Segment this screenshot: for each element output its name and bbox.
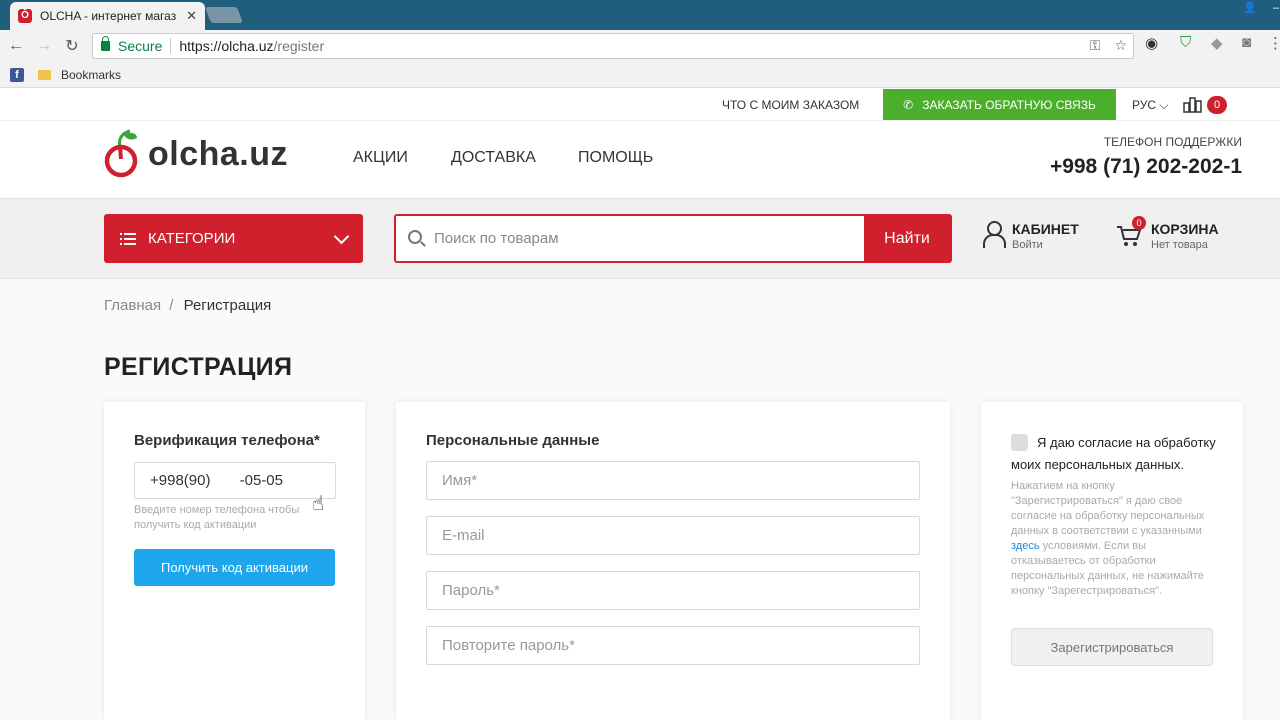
callback-label: ЗАКАЗАТЬ ОБРАТНУЮ СВЯЗЬ <box>922 97 1096 112</box>
language-select[interactable]: РУС ⌵ <box>1132 98 1168 113</box>
nav-link-delivery[interactable]: ДОСТАВКА <box>451 149 536 167</box>
list-icon <box>120 232 136 245</box>
folder-icon <box>38 69 51 80</box>
email-field[interactable] <box>426 516 920 555</box>
phone-field[interactable] <box>134 462 336 499</box>
page-title: РЕГИСТРАЦИЯ <box>104 353 293 381</box>
extension-new-icon[interactable]: ◉ <box>1145 34 1158 52</box>
cart-count-badge: 0 <box>1132 216 1146 230</box>
url-path: /register <box>273 38 325 54</box>
browser-tab[interactable]: Ǒ OLCHA - интернет магаз ✕ <box>10 2 205 30</box>
top-strip: ЧТО С МОИМ ЗАКАЗОМ ✆ ЗАКАЗАТЬ ОБРАТНУЮ С… <box>0 89 1280 121</box>
categories-label: КАТЕГОРИИ <box>148 230 236 247</box>
language-label: РУС <box>1132 98 1157 112</box>
new-tab-button[interactable] <box>205 7 243 23</box>
site-header: olcha.uz АКЦИИ ДОСТАВКА ПОМОЩЬ ТЕЛЕФОН П… <box>0 121 1280 199</box>
categories-button[interactable]: КАТЕГОРИИ <box>104 214 363 263</box>
search-row: КАТЕГОРИИ Найти КАБИНЕТ Войти 0 <box>0 199 1280 279</box>
compare-count-badge: 0 <box>1207 96 1227 114</box>
nav-link-help[interactable]: ПОМОЩЬ <box>578 149 653 167</box>
bookmarks-label[interactable]: Bookmarks <box>61 68 121 82</box>
consent-note-text-end: условиями. Если вы отказываетесь от обра… <box>1011 540 1204 597</box>
star-icon[interactable]: ☆ <box>1114 37 1127 54</box>
divider <box>170 38 172 54</box>
search-icon <box>408 230 422 244</box>
breadcrumb-separator: / <box>169 297 174 314</box>
cart-icon: 0 <box>1115 216 1146 249</box>
verification-title: Верификация телефона* <box>134 432 320 449</box>
facebook-icon[interactable]: f <box>10 67 24 82</box>
consent-label: Я даю согласие на обработку моих персона… <box>1011 435 1216 472</box>
camera-icon[interactable]: ◙ <box>1242 34 1251 51</box>
shield-icon[interactable]: ⛉ <box>1180 34 1191 51</box>
consent-note-text: Нажатием на кнопку "Зарегистрироваться" … <box>1011 480 1205 537</box>
logo-text: olcha.uz <box>148 134 289 173</box>
chevron-down-icon: ⌵ <box>1159 98 1169 112</box>
tab-title: OLCHA - интернет магаз <box>40 9 177 23</box>
logo[interactable]: olcha.uz <box>104 129 288 179</box>
cabinet-link[interactable]: КАБИНЕТ Войти <box>982 221 1079 251</box>
omnibox-actions: ⚿ ☆ <box>1090 37 1127 54</box>
verification-hint: Введите номер телефона чтобы получить ко… <box>134 504 300 531</box>
url-host: https://olcha.uz <box>179 38 274 54</box>
search-box: Найти <box>394 214 952 263</box>
personal-data-card: Персональные данные <box>396 402 950 720</box>
browser-tabstrip: Ǒ OLCHA - интернет магаз ✕ 👤 – <box>0 0 1280 30</box>
phone-icon: ✆ <box>903 97 914 112</box>
minimize-icon[interactable]: – <box>1262 0 1280 18</box>
name-field[interactable] <box>426 461 920 500</box>
get-activation-code-button[interactable]: Получить код активации <box>134 549 335 586</box>
page: ЧТО С МОИМ ЗАКАЗОМ ✆ ЗАКАЗАТЬ ОБРАТНУЮ С… <box>0 89 1280 720</box>
cabinet-title: КАБИНЕТ <box>1012 221 1079 237</box>
forward-icon[interactable]: → <box>30 37 58 55</box>
repeat-password-field[interactable] <box>426 626 920 665</box>
password-field[interactable] <box>426 571 920 610</box>
logo-cherry-icon <box>104 129 138 178</box>
consent-card: Я даю согласие на обработку моих персона… <box>981 402 1243 720</box>
breadcrumb: Главная / Регистрация <box>104 297 271 314</box>
olcha-favicon-icon: Ǒ <box>18 9 32 23</box>
support-phone[interactable]: +998 (71) 202-202-1 <box>1050 155 1242 179</box>
breadcrumb-home[interactable]: Главная <box>104 297 161 314</box>
lock-icon <box>101 36 110 51</box>
cart-status: Нет товара <box>1151 239 1208 251</box>
profile-icon[interactable]: 👤 <box>1236 0 1264 18</box>
search-button[interactable]: Найти <box>864 216 950 261</box>
order-status-link[interactable]: ЧТО С МОИМ ЗАКАЗОМ <box>722 98 859 112</box>
personal-data-title: Персональные данные <box>426 432 600 449</box>
nav-link-promotions[interactable]: АКЦИИ <box>353 149 408 167</box>
menu-icon[interactable]: ⋮ <box>1268 34 1280 52</box>
close-icon[interactable]: ✕ <box>186 8 197 24</box>
cabinet-login: Войти <box>1012 239 1043 251</box>
address-bar-row: ← → ↻ Secure https://olcha.uz/register ⚿… <box>0 30 1280 62</box>
extension-icon[interactable]: ◆ <box>1211 34 1223 52</box>
support-label: ТЕЛЕФОН ПОДДЕРЖКИ <box>1103 135 1242 149</box>
secure-label: Secure <box>118 38 163 54</box>
back-icon[interactable]: ← <box>2 37 30 55</box>
hand-cursor-icon: ☝ <box>312 493 325 515</box>
bookmarks-bar: f Bookmarks <box>0 62 1280 88</box>
user-icon <box>982 221 1006 248</box>
breadcrumb-current: Регистрация <box>183 297 272 314</box>
cart-title: КОРЗИНА <box>1151 221 1219 237</box>
key-icon[interactable]: ⚿ <box>1090 37 1101 54</box>
consent-note: Нажатием на кнопку "Зарегистрироваться" … <box>1011 479 1216 599</box>
consent-terms-link[interactable]: здесь <box>1011 540 1040 552</box>
reload-icon[interactable]: ↻ <box>58 36 86 56</box>
search-input[interactable] <box>434 216 864 261</box>
callback-button[interactable]: ✆ ЗАКАЗАТЬ ОБРАТНУЮ СВЯЗЬ <box>883 89 1116 120</box>
register-button[interactable]: Зарегистрироваться <box>1011 628 1213 666</box>
phone-verification-card: Верификация телефона* Введите номер теле… <box>104 402 365 720</box>
compare-icon[interactable] <box>1183 97 1203 113</box>
url-field[interactable]: Secure https://olcha.uz/register ⚿ ☆ <box>92 33 1134 59</box>
cart-link[interactable]: 0 КОРЗИНА Нет товара <box>1115 216 1219 251</box>
chevron-down-icon <box>333 228 350 245</box>
secure-indicator[interactable]: Secure <box>101 36 163 54</box>
